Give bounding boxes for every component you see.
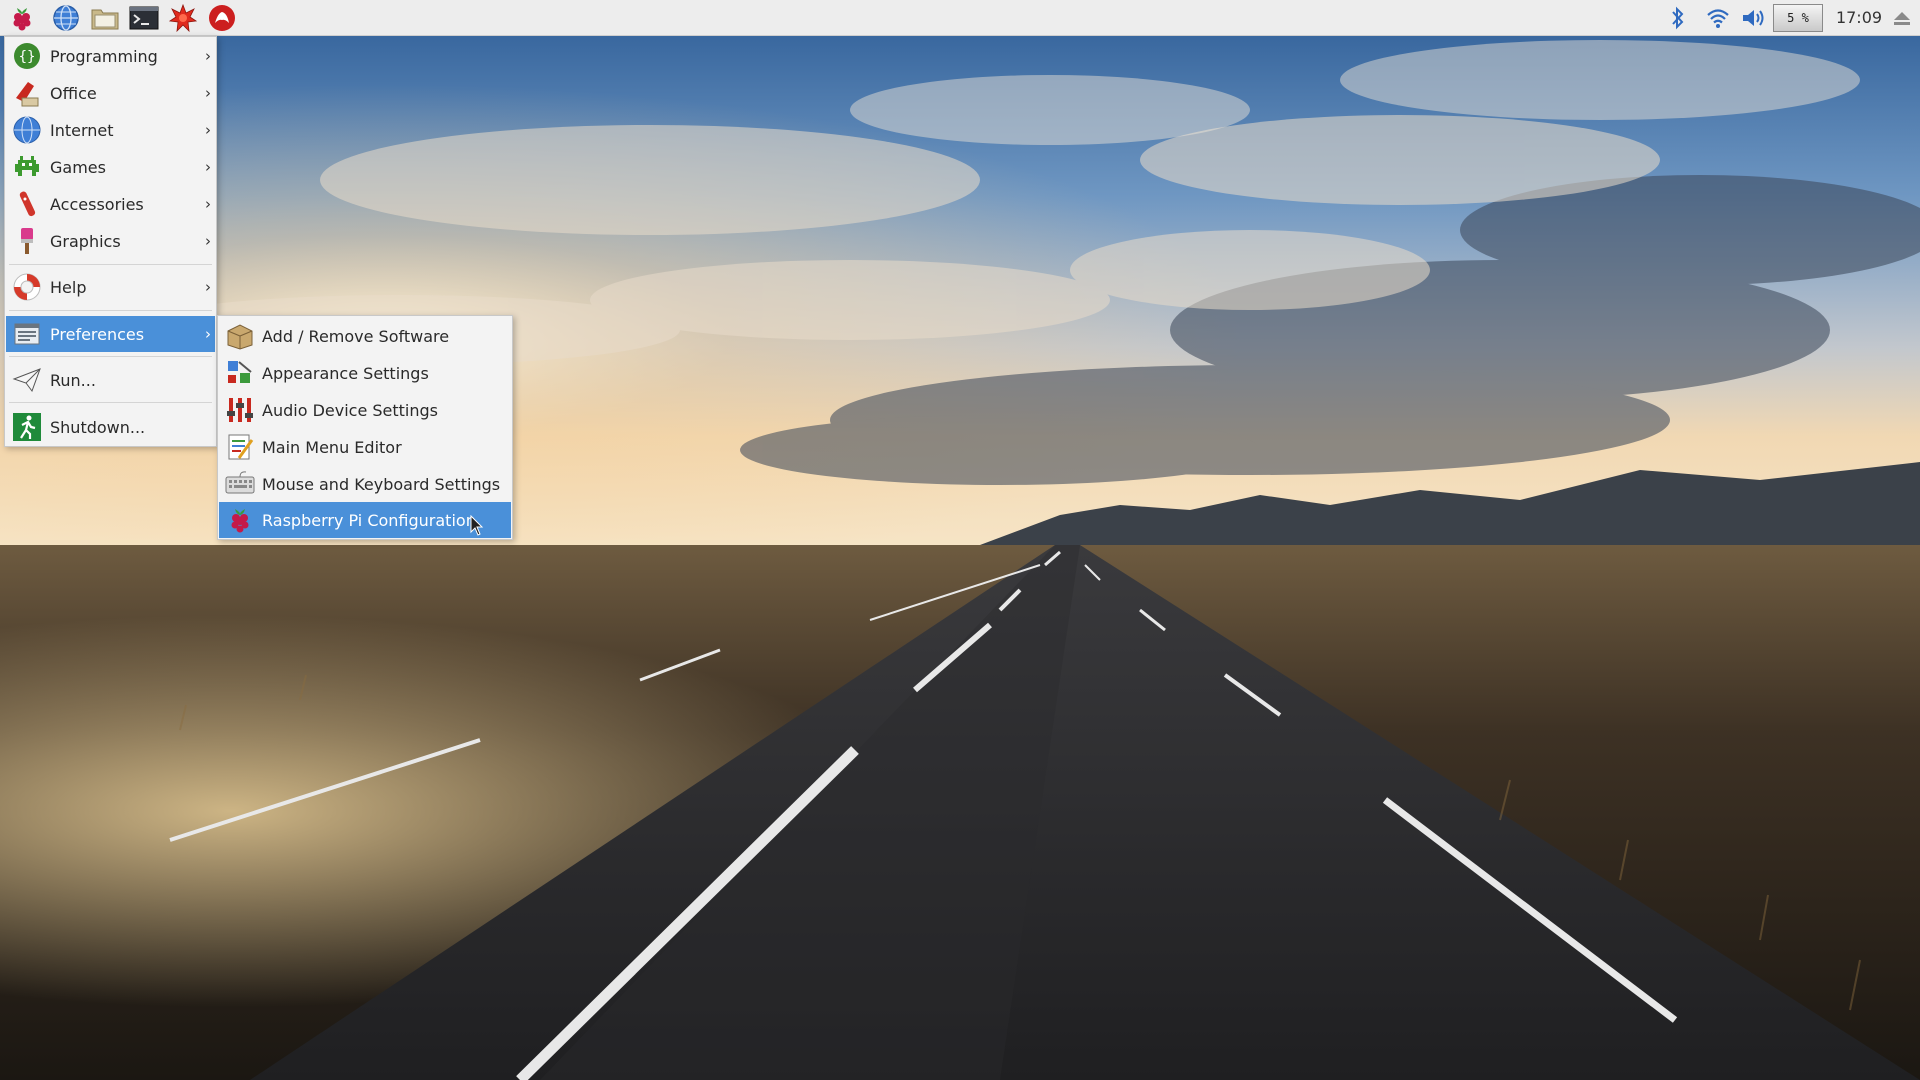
menu-item-run[interactable]: Run... (6, 362, 215, 398)
submenu-arrow-icon: › (205, 121, 211, 139)
appearance-icon (224, 357, 256, 389)
run-paperplane-icon (11, 364, 43, 396)
menu-item-label: Games (50, 157, 106, 177)
cpu-usage-monitor[interactable]: 5 % (1773, 4, 1823, 32)
office-icon (11, 77, 43, 109)
internet-globe-icon (11, 114, 43, 146)
submenu-item-mouse-keyboard-settings[interactable]: Mouse and Keyboard Settings (219, 466, 511, 502)
menu-item-accessories[interactable]: Accessories › (6, 186, 215, 222)
menu-item-internet[interactable]: Internet › (6, 112, 215, 148)
audio-mixer-icon (224, 394, 256, 426)
submenu-item-main-menu-editor[interactable]: Main Menu Editor (219, 429, 511, 465)
menu-editor-icon (224, 431, 256, 463)
menu-item-help[interactable]: Help › (6, 269, 215, 305)
submenu-arrow-icon: › (205, 158, 211, 176)
menu-separator (9, 356, 212, 357)
menu-separator (9, 402, 212, 403)
menu-item-graphics[interactable]: Graphics › (6, 223, 215, 259)
graphics-brush-icon (11, 225, 43, 257)
terminal-icon[interactable] (128, 2, 160, 34)
top-panel: 5 % 17:09 (0, 0, 1920, 36)
submenu-arrow-icon: › (205, 325, 211, 343)
menu-item-label: Accessories (50, 194, 144, 214)
preferences-icon (11, 318, 43, 350)
menu-separator (9, 264, 212, 265)
submenu-item-label: Add / Remove Software (262, 326, 450, 346)
games-invader-icon (11, 151, 43, 183)
help-lifebuoy-icon (11, 271, 43, 303)
submenu-item-label: Mouse and Keyboard Settings (262, 474, 501, 494)
accessories-knife-icon (11, 188, 43, 220)
eject-icon[interactable] (1888, 0, 1916, 36)
menu-item-label: Office (50, 83, 97, 103)
submenu-item-appearance-settings[interactable]: Appearance Settings (219, 355, 511, 391)
submenu-item-label: Main Menu Editor (262, 437, 402, 457)
desktop-wallpaper (0, 0, 1920, 1080)
programming-icon: {} (11, 40, 43, 72)
menu-separator (9, 310, 212, 311)
submenu-item-audio-device-settings[interactable]: Audio Device Settings (219, 392, 511, 428)
raspberry-config-icon (224, 504, 256, 536)
svg-text:{}: {} (19, 49, 36, 65)
menu-item-label: Help (50, 277, 87, 297)
submenu-item-label: Raspberry Pi Configuration (262, 510, 476, 530)
submenu-item-label: Audio Device Settings (262, 400, 438, 420)
wolfram-icon[interactable] (206, 2, 238, 34)
menu-item-label: Shutdown... (50, 417, 146, 437)
shutdown-exit-icon (11, 411, 43, 443)
bluetooth-icon[interactable] (1664, 0, 1692, 36)
submenu-item-add-remove-software[interactable]: Add / Remove Software (219, 318, 511, 354)
package-icon (224, 320, 256, 352)
menu-item-label: Graphics (50, 231, 121, 251)
menu-item-preferences[interactable]: Preferences › (6, 316, 215, 352)
submenu-arrow-icon: › (205, 278, 211, 296)
keyboard-icon (224, 468, 256, 500)
wifi-icon[interactable] (1702, 0, 1734, 36)
main-menu: {} Programming › Office › Internet › Gam… (4, 36, 217, 447)
menu-item-shutdown[interactable]: Shutdown... (6, 409, 215, 445)
menu-item-games[interactable]: Games › (6, 149, 215, 185)
preferences-submenu: Add / Remove Software Appearance Setting… (217, 315, 513, 540)
menu-item-label: Internet (50, 120, 114, 140)
submenu-arrow-icon: › (205, 47, 211, 65)
menu-item-label: Preferences (50, 324, 145, 344)
file-manager-folder-icon[interactable] (89, 2, 121, 34)
raspberry-menu-icon[interactable] (6, 2, 38, 34)
menu-item-label: Run... (50, 370, 96, 390)
menu-item-programming[interactable]: {} Programming › (6, 38, 215, 74)
mouse-pointer-icon (470, 514, 484, 537)
clock[interactable]: 17:09 (1834, 0, 1884, 36)
web-browser-globe-icon[interactable] (50, 2, 82, 34)
submenu-arrow-icon: › (205, 84, 211, 102)
submenu-item-raspberry-pi-configuration[interactable]: Raspberry Pi Configuration (219, 502, 511, 538)
submenu-arrow-icon: › (205, 232, 211, 250)
volume-icon[interactable] (1738, 0, 1770, 36)
menu-item-office[interactable]: Office › (6, 75, 215, 111)
submenu-arrow-icon: › (205, 195, 211, 213)
mathematica-star-icon[interactable] (167, 2, 199, 34)
submenu-item-label: Appearance Settings (262, 363, 429, 383)
menu-item-label: Programming (50, 46, 158, 66)
